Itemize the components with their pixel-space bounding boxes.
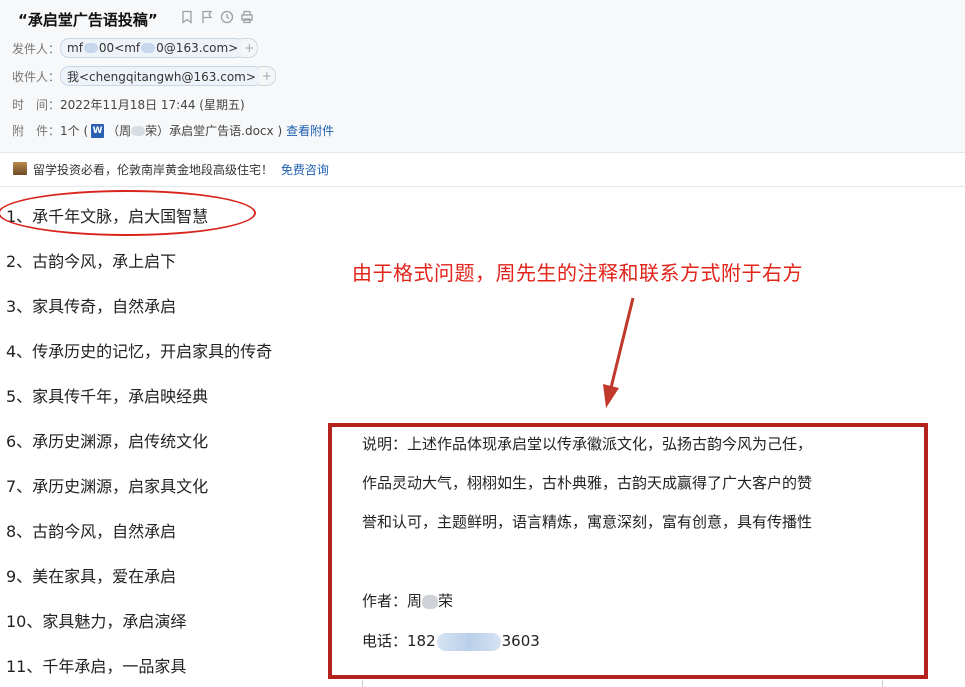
slogan-item: 4、传承历史的记忆，开启家具的传奇 bbox=[6, 342, 273, 361]
attachment-name-post[interactable]: 荣）承启堂广告语.docx ) bbox=[145, 122, 282, 139]
author-text-pre: 作者：周 bbox=[362, 592, 423, 610]
time-value: 2022年11月18日 17:44 (星期五) bbox=[60, 98, 245, 112]
time-label: 时 间： bbox=[12, 98, 61, 112]
mail-header: “承启堂广告语投稿” 发件人： mf 00<mf 0@163.com> + 收件… bbox=[0, 0, 965, 152]
note-line-1: 说明：上述作品体现承启堂以传承徽派文化，弘扬古韵今风为己任， bbox=[362, 435, 813, 453]
document-edge bbox=[882, 680, 883, 687]
redacted-mark bbox=[141, 43, 156, 53]
highlight-circle bbox=[0, 190, 256, 236]
recipient-chip[interactable]: 我<chengqitangwh@163.com> bbox=[60, 66, 263, 86]
print-icon[interactable] bbox=[240, 10, 254, 24]
redacted-mark bbox=[131, 125, 146, 136]
note-line-2: 作品灵动大气，栩栩如生，古朴典雅，古韵天成赢得了广大客户的赞 bbox=[362, 474, 813, 492]
ad-consult-link[interactable]: 免费咨询 bbox=[281, 163, 329, 177]
slogan-item: 6、承历史渊源，启传统文化 bbox=[6, 432, 209, 451]
phone-text-post: 3603 bbox=[501, 632, 540, 650]
ad-image-icon bbox=[13, 162, 27, 175]
flag-icon[interactable] bbox=[200, 10, 214, 24]
attachment-count: 1个 ( bbox=[60, 124, 89, 138]
slogan-item: 2、古韵今风，承上启下 bbox=[6, 252, 177, 271]
ad-bar: 留学投资必看，伦敦南岸黄金地段高级住宅！ 免费咨询 bbox=[0, 152, 965, 187]
mail-subject: “承启堂广告语投稿” bbox=[18, 11, 158, 29]
phone-line: 电话：182 3603 bbox=[362, 630, 540, 651]
ad-text-line: 留学投资必看，伦敦南岸黄金地段高级住宅！ 免费咨询 bbox=[33, 161, 329, 178]
sender-text-c: 0@163.com> bbox=[156, 41, 239, 55]
sender-text-b: 00<mf bbox=[98, 41, 141, 55]
redacted-mark bbox=[436, 632, 501, 651]
slogan-item: 10、家具魅力，承启演绎 bbox=[6, 612, 187, 631]
author-line: 作者：周荣 bbox=[362, 590, 453, 611]
bookmark-icon[interactable] bbox=[180, 10, 194, 24]
recipient-label: 收件人： bbox=[12, 69, 61, 84]
recipient-row: 收件人： 我<chengqitangwh@163.com> + bbox=[12, 66, 276, 86]
sender-text-a: mf bbox=[67, 41, 83, 55]
clock-icon[interactable] bbox=[220, 10, 234, 24]
attachment-name-pre[interactable]: （周 bbox=[107, 122, 131, 139]
annotation-arrow bbox=[603, 297, 635, 408]
attachment-row: 附 件： 1个 ( W （周 荣）承启堂广告语.docx ) 查看附件 bbox=[12, 122, 334, 139]
word-doc-icon: W bbox=[91, 123, 105, 138]
document-edge bbox=[362, 680, 363, 687]
add-contact-button[interactable]: + bbox=[258, 66, 276, 86]
slogan-item: 9、美在家具，爱在承启 bbox=[6, 567, 177, 586]
annotation-text: 由于格式问题，周先生的注释和联系方式附于右方 bbox=[352, 261, 803, 285]
subject-toolbar bbox=[180, 10, 254, 24]
sender-chip[interactable]: mf 00<mf 0@163.com> bbox=[60, 38, 246, 58]
redacted-mark bbox=[83, 43, 98, 53]
view-attachment-link[interactable]: 查看附件 bbox=[286, 122, 334, 139]
slogan-item: 5、家具传千年，承启映经典 bbox=[6, 387, 209, 406]
sender-label: 发件人： bbox=[12, 41, 61, 56]
phone-text-pre: 电话：182 bbox=[362, 632, 436, 650]
attachment-label: 附 件： bbox=[12, 124, 61, 138]
slogan-item: 7、承历史渊源，启家具文化 bbox=[6, 477, 209, 496]
sender-row: 发件人： mf 00<mf 0@163.com> + bbox=[12, 38, 259, 58]
note-line-3: 誉和认可，主题鲜明，语言精炼，寓意深刻，富有创意，具有传播性 bbox=[362, 513, 813, 531]
slogan-item: 3、家具传奇，自然承启 bbox=[6, 297, 177, 316]
redacted-mark bbox=[422, 594, 439, 609]
add-contact-button[interactable]: + bbox=[241, 38, 259, 58]
slogan-item: 8、古韵今风，自然承启 bbox=[6, 522, 177, 541]
ad-text[interactable]: 留学投资必看，伦敦南岸黄金地段高级住宅！ bbox=[33, 163, 273, 177]
time-row: 时 间： 2022年11月18日 17:44 (星期五) bbox=[12, 96, 245, 113]
recipient-text: 我<chengqitangwh@163.com> bbox=[67, 69, 256, 84]
slogan-item: 11、千年承启，一品家具 bbox=[6, 657, 187, 676]
author-text-post: 荣 bbox=[438, 592, 454, 610]
